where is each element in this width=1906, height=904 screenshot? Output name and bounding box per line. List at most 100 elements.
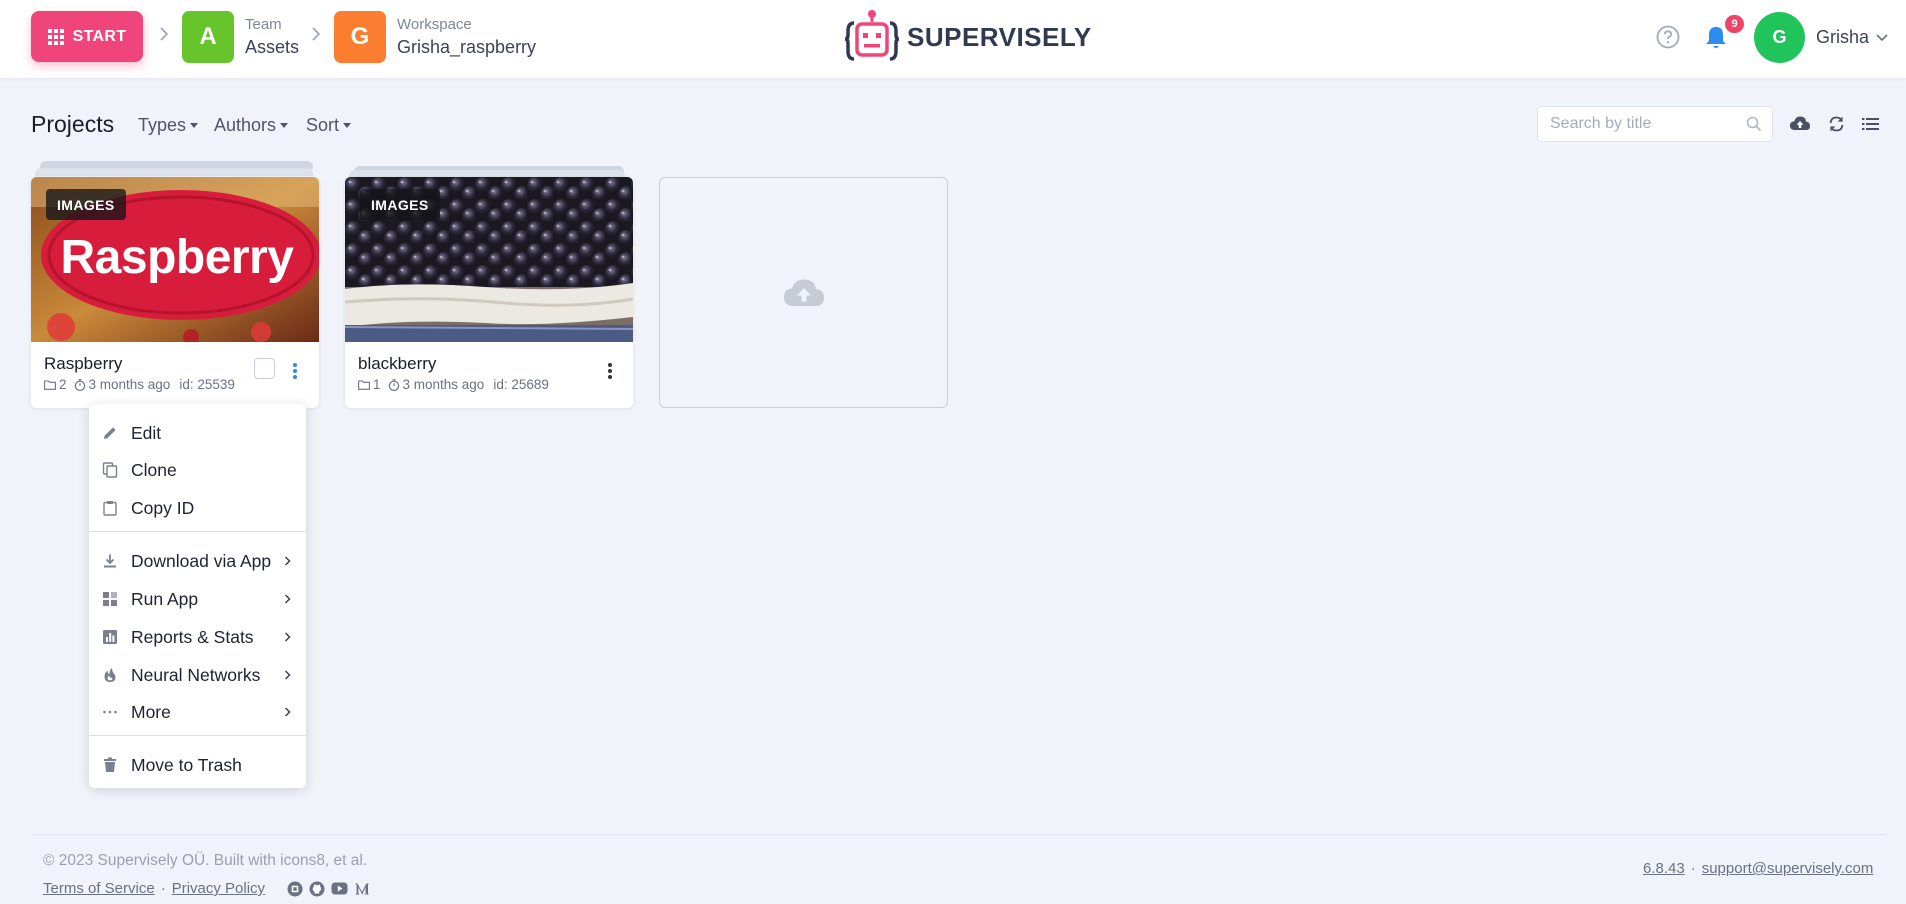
- caret-down-icon: [280, 123, 289, 128]
- menu-item-label: Clone: [131, 459, 177, 480]
- menu-item-move-to-trash[interactable]: Move to Trash: [89, 748, 306, 782]
- raspberry-thumbnail[interactable]: Raspberry IMAGES: [31, 177, 319, 342]
- footer-right-links: 6.8.43 · support@supervisely.com: [1643, 860, 1873, 877]
- menu-item-label: More: [131, 701, 171, 722]
- brand-name: SUPERVISELY: [907, 21, 1092, 52]
- menu-item-download-via-app[interactable]: Download via App: [89, 544, 306, 578]
- project-id: id: 25539: [179, 377, 235, 392]
- search-icon[interactable]: [1746, 116, 1762, 137]
- sort-filter-label: Sort: [306, 115, 340, 135]
- footer-copyright: © 2023 Supervisely OÜ. Built with icons8…: [43, 852, 368, 869]
- project-type-tag: IMAGES: [46, 189, 126, 220]
- blackberry-thumbnail[interactable]: IMAGES: [345, 177, 633, 342]
- robot-logo-icon: [844, 10, 900, 61]
- upload-cloud-icon: [783, 279, 824, 306]
- search-input[interactable]: [1538, 107, 1728, 141]
- project-meta: 2 3 months ago id: 25539: [44, 377, 235, 392]
- svg-text:Raspberry: Raspberry: [61, 231, 295, 284]
- flame-icon: [104, 668, 116, 682]
- workspace-name: Grisha_raspberry: [397, 37, 537, 57]
- page-title: Projects: [31, 111, 115, 137]
- chevron-right-icon: [284, 594, 291, 604]
- team-initial: A: [199, 23, 217, 50]
- menu-item-run-app[interactable]: Run App: [89, 582, 306, 616]
- more-vertical-icon[interactable]: [608, 363, 612, 379]
- caret-down-icon: [190, 123, 199, 128]
- youtube-icon[interactable]: [331, 882, 348, 895]
- menu-item-label: Run App: [131, 588, 199, 609]
- user-initial: G: [1772, 27, 1787, 47]
- workspace-initial: G: [350, 23, 370, 50]
- select-checkbox[interactable]: [254, 358, 275, 379]
- menu-item-label: Neural Networks: [131, 664, 261, 685]
- chevron-right-icon: [284, 670, 291, 680]
- copy-icon: [102, 462, 118, 478]
- menu-item-label: Reports & Stats: [131, 626, 254, 647]
- project-context-menu: Edit Clone Copy ID Download via App Run …: [89, 404, 306, 788]
- menu-item-more[interactable]: More: [89, 695, 306, 729]
- terms-link[interactable]: Terms of Service: [43, 880, 155, 897]
- chevron-right-icon: [311, 27, 321, 46]
- project-card-blackberry[interactable]: IMAGES blackberry 1 3 months ago id: 256…: [345, 177, 633, 408]
- more-vertical-icon[interactable]: [293, 363, 297, 379]
- updated-time: 3 months ago: [88, 377, 171, 392]
- refresh-icon[interactable]: [1828, 115, 1845, 138]
- medium-icon[interactable]: [354, 882, 370, 896]
- user-name[interactable]: Grisha: [1816, 27, 1869, 48]
- clipboard-icon: [103, 501, 117, 516]
- footer-divider: [31, 834, 1887, 835]
- folder-icon: [44, 379, 56, 390]
- menu-divider: [89, 735, 306, 736]
- list-view-icon[interactable]: [1862, 117, 1879, 136]
- chevron-right-icon: [159, 27, 169, 46]
- privacy-link[interactable]: Privacy Policy: [172, 880, 265, 897]
- chevron-right-icon: [284, 556, 291, 566]
- dataset-count: 1: [373, 377, 381, 392]
- chevron-right-icon: [284, 707, 291, 717]
- user-avatar[interactable]: G: [1754, 12, 1805, 63]
- authors-filter-label: Authors: [214, 115, 277, 135]
- chevron-down-icon[interactable]: [1876, 29, 1888, 47]
- workspace-breadcrumb[interactable]: Workspace Grisha_raspberry: [397, 16, 536, 59]
- version-link[interactable]: 6.8.43: [1643, 860, 1685, 877]
- menu-item-neural-networks[interactable]: Neural Networks: [89, 658, 306, 692]
- slack-icon[interactable]: [287, 881, 303, 897]
- authors-filter[interactable]: Authors: [214, 115, 289, 136]
- supervisely-logo[interactable]: SUPERVISELY: [843, 9, 1092, 65]
- workspace-caption: Workspace: [397, 16, 472, 33]
- project-name[interactable]: Raspberry: [44, 354, 122, 374]
- upload-project-card[interactable]: [659, 177, 948, 408]
- project-meta: 1 3 months ago id: 25689: [358, 377, 549, 392]
- dataset-count: 2: [59, 377, 67, 392]
- menu-item-edit[interactable]: Edit: [89, 416, 306, 450]
- workspace-avatar[interactable]: G: [334, 11, 386, 63]
- team-name: Assets: [245, 37, 300, 57]
- menu-item-reports-stats[interactable]: Reports & Stats: [89, 620, 306, 654]
- folder-icon: [358, 379, 370, 390]
- types-filter-label: Types: [138, 115, 187, 135]
- menu-item-clone[interactable]: Clone: [89, 453, 306, 487]
- team-breadcrumb[interactable]: Team Assets: [245, 16, 299, 59]
- upload-cloud-icon[interactable]: [1790, 116, 1810, 137]
- start-label: START: [72, 27, 127, 45]
- menu-item-label: Download via App: [131, 550, 272, 571]
- menu-item-label: Edit: [131, 422, 162, 443]
- search-box: [1537, 106, 1773, 142]
- notification-badge: 9: [1723, 13, 1746, 35]
- download-icon: [104, 554, 116, 568]
- support-email-link[interactable]: support@supervisely.com: [1702, 860, 1874, 877]
- menu-item-label: Copy ID: [131, 497, 195, 518]
- github-icon[interactable]: [309, 881, 325, 897]
- team-avatar[interactable]: A: [182, 11, 234, 63]
- footer-links: Terms of Service · Privacy Policy: [43, 880, 370, 897]
- sort-filter[interactable]: Sort: [306, 115, 352, 136]
- start-button[interactable]: START: [31, 11, 143, 62]
- help-icon[interactable]: [1656, 25, 1680, 54]
- project-card-raspberry[interactable]: Raspberry IMAGES Raspberry 2 3 months ag…: [31, 177, 319, 408]
- types-filter[interactable]: Types: [138, 115, 199, 136]
- card-stack-layer: [35, 168, 313, 176]
- project-name[interactable]: blackberry: [358, 354, 436, 374]
- menu-item-copy-id[interactable]: Copy ID: [89, 491, 306, 525]
- footer-separator: ·: [1690, 860, 1696, 877]
- caret-down-icon: [343, 123, 352, 128]
